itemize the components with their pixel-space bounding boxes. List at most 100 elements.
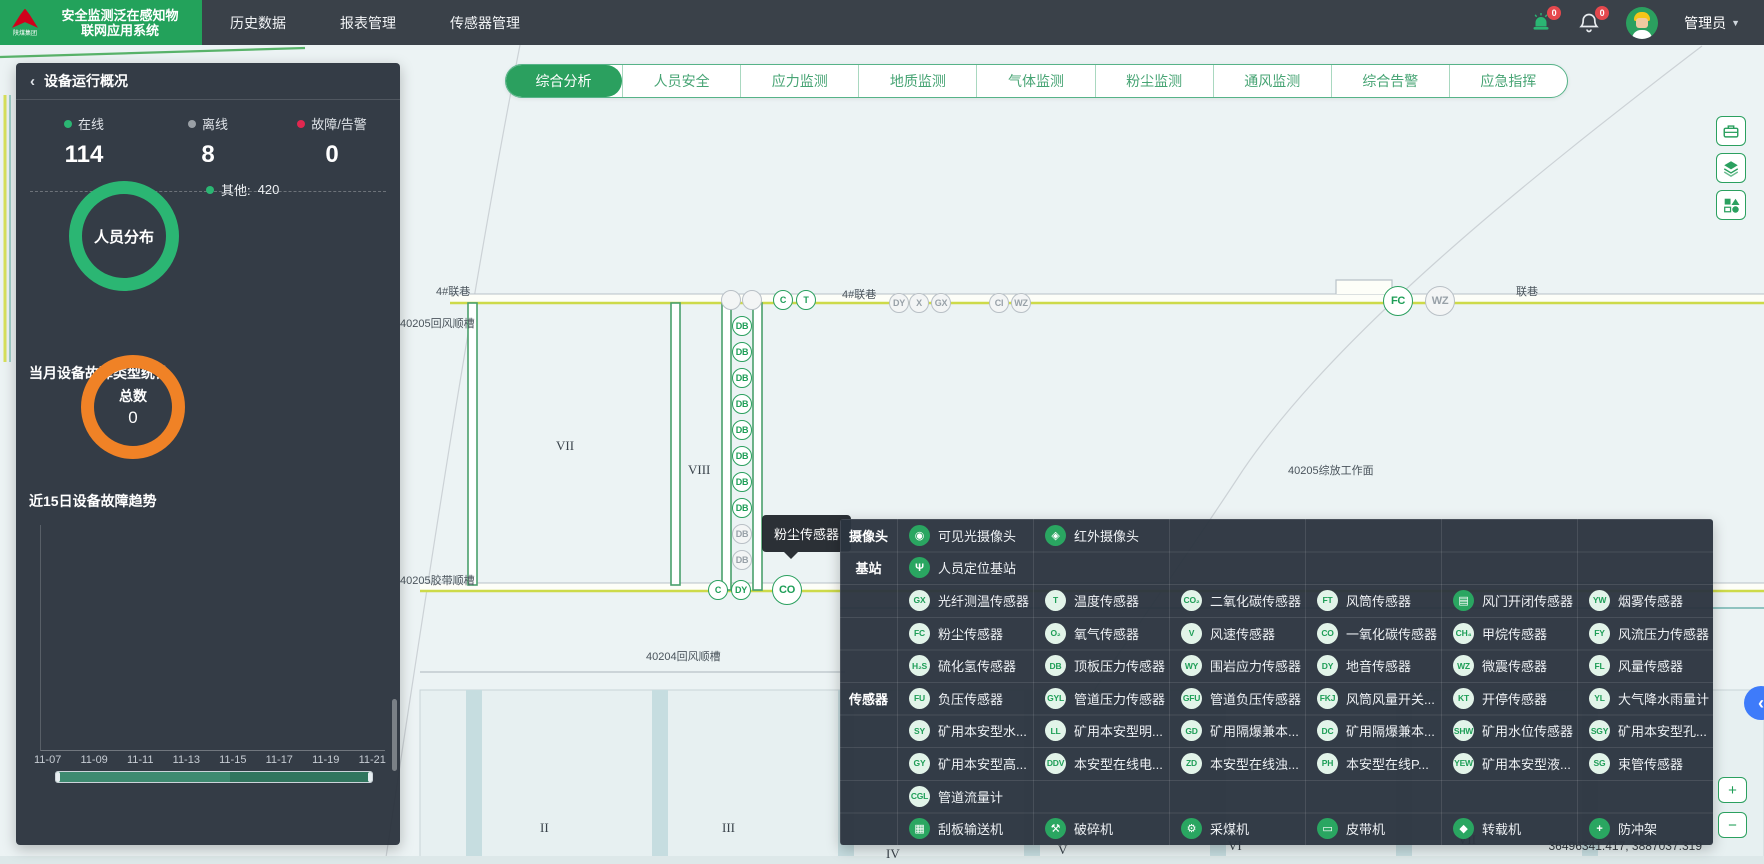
legend-item[interactable]: ZD 本安型在线浊... (1169, 747, 1305, 780)
legend-item[interactable]: DY 地音传感器 (1305, 649, 1441, 682)
legend-item[interactable]: YL 大气降水雨量计 (1577, 682, 1713, 715)
legend-item[interactable]: SHW 矿用水位传感器 (1441, 715, 1577, 748)
legend-item[interactable]: FKJ 风筒风量开关... (1305, 682, 1441, 715)
device-marker[interactable] (721, 290, 741, 310)
monitor-tab[interactable]: 应力监测 (740, 65, 858, 97)
device-marker[interactable]: C (708, 580, 728, 600)
legend-item[interactable]: ▭ 皮带机 (1305, 812, 1441, 845)
datazoom-right-handle[interactable] (368, 772, 372, 782)
monitor-tab[interactable]: 综合分析 (505, 65, 622, 97)
device-marker[interactable]: T (796, 290, 816, 310)
legend-item[interactable]: O₂ 氧气传感器 (1033, 617, 1169, 650)
legend-item[interactable]: GFU 管道负压传感器 (1169, 682, 1305, 715)
device-marker[interactable]: DB (732, 316, 752, 336)
legend-item[interactable]: GD 矿用隔爆兼本... (1169, 715, 1305, 748)
legend-item-label: 风筒传感器 (1346, 591, 1411, 610)
legend-item[interactable]: CGL 管道流量计 (897, 780, 1033, 813)
device-marker[interactable]: DB (732, 524, 752, 544)
legend-item[interactable]: FL 风量传感器 (1577, 649, 1713, 682)
device-marker[interactable]: FC (1383, 286, 1413, 316)
device-marker[interactable]: DY (889, 293, 909, 313)
map-layers-button[interactable] (1716, 153, 1746, 183)
device-marker[interactable]: DB (732, 550, 752, 570)
legend-item[interactable]: ⚒ 破碎机 (1033, 812, 1169, 845)
legend-item[interactable]: + 防冲架 (1577, 812, 1713, 845)
device-marker[interactable]: CI (989, 293, 1009, 313)
legend-item[interactable]: PH 本安型在线P... (1305, 747, 1441, 780)
legend-item[interactable]: CO 一氧化碳传感器 (1305, 617, 1441, 650)
legend-item[interactable]: GX 光纤测温传感器 (897, 584, 1033, 617)
device-marker[interactable]: WZ (1425, 286, 1455, 316)
legend-item[interactable]: DDV 本安型在线电... (1033, 747, 1169, 780)
legend-item[interactable]: CH₄ 甲烷传感器 (1441, 617, 1577, 650)
monitor-tab[interactable]: 应急指挥 (1449, 65, 1567, 97)
monitor-tab[interactable]: 地质监测 (858, 65, 976, 97)
device-marker[interactable]: DB (732, 342, 752, 362)
legend-item[interactable]: SG 束管传感器 (1577, 747, 1713, 780)
toolbox-button[interactable] (1716, 116, 1746, 146)
back-chevron-icon[interactable]: ‹ (30, 73, 35, 90)
legend-item[interactable]: KT 开停传感器 (1441, 682, 1577, 715)
legend-item[interactable]: Ψ 人员定位基站 (897, 552, 1033, 585)
device-marker[interactable]: DB (732, 420, 752, 440)
legend-item[interactable]: ▦ 刮板输送机 (897, 812, 1033, 845)
nav-item[interactable]: 历史数据 (230, 13, 286, 33)
map-label: 40205胶带顺槽 (400, 572, 475, 588)
device-marker[interactable]: DY (731, 580, 751, 600)
alarm-button[interactable]: 0 (1530, 12, 1552, 34)
zoom-out-button[interactable]: − (1718, 812, 1747, 838)
legend-item[interactable]: FU 负压传感器 (897, 682, 1033, 715)
user-avatar[interactable] (1626, 7, 1658, 39)
legend-item[interactable]: WZ 微震传感器 (1441, 649, 1577, 682)
legend-item[interactable]: SY 矿用本安型水... (897, 715, 1033, 748)
zoom-in-button[interactable]: + (1718, 777, 1747, 803)
notifications-button[interactable]: 0 (1578, 12, 1600, 34)
nav-item[interactable]: 报表管理 (340, 13, 396, 33)
panel-scrollbar[interactable] (392, 699, 397, 771)
device-marker[interactable]: DB (732, 446, 752, 466)
monitor-tab[interactable]: 人员安全 (622, 65, 740, 97)
monitor-tab[interactable]: 通风监测 (1213, 65, 1331, 97)
legend-item[interactable]: FT 风筒传感器 (1305, 584, 1441, 617)
legend-item[interactable]: DC 矿用隔爆兼本... (1305, 715, 1441, 748)
datazoom-left-handle[interactable] (56, 772, 60, 782)
legend-item[interactable]: H₂S 硫化氢传感器 (897, 649, 1033, 682)
sensor-type-icon: WY (1181, 655, 1202, 676)
legend-item[interactable]: YEW 矿用本安型液... (1441, 747, 1577, 780)
legend-item[interactable]: GY 矿用本安型高... (897, 747, 1033, 780)
device-marker[interactable]: DB (732, 368, 752, 388)
device-marker[interactable]: GX (931, 293, 951, 313)
legend-item-label: 开停传感器 (1482, 689, 1547, 708)
legend-item[interactable]: ▤ 风门开闭传感器 (1441, 584, 1577, 617)
legend-item[interactable]: ◆ 转载机 (1441, 812, 1577, 845)
monitor-tab[interactable]: 粉尘监测 (1095, 65, 1213, 97)
legend-item[interactable]: FC 粉尘传感器 (897, 617, 1033, 650)
legend-item[interactable]: ◈ 红外摄像头 (1033, 519, 1169, 552)
map-legend-button[interactable] (1716, 190, 1746, 220)
legend-item[interactable]: ⚙ 采煤机 (1169, 812, 1305, 845)
device-marker[interactable]: X (909, 293, 929, 313)
monitor-tab[interactable]: 综合告警 (1331, 65, 1449, 97)
monitor-tab[interactable]: 气体监测 (976, 65, 1094, 97)
legend-item[interactable]: T 温度传感器 (1033, 584, 1169, 617)
nav-item[interactable]: 传感器管理 (450, 13, 520, 33)
legend-item[interactable]: LL 矿用本安型明... (1033, 715, 1169, 748)
device-marker[interactable] (742, 290, 762, 310)
device-marker[interactable]: WZ (1011, 293, 1031, 313)
legend-item[interactable]: V 风速传感器 (1169, 617, 1305, 650)
device-marker[interactable]: C (773, 290, 793, 310)
device-marker[interactable]: DB (732, 394, 752, 414)
legend-item[interactable]: FY 风流压力传感器 (1577, 617, 1713, 650)
device-marker[interactable]: DB (732, 498, 752, 518)
legend-item[interactable]: ◉ 可见光摄像头 (897, 519, 1033, 552)
legend-item[interactable]: GYL 管道压力传感器 (1033, 682, 1169, 715)
user-menu[interactable]: 管理员 ▼ (1684, 13, 1740, 33)
legend-item[interactable]: YW 烟雾传感器 (1577, 584, 1713, 617)
device-marker[interactable]: DB (732, 472, 752, 492)
trend-datazoom-slider[interactable] (55, 771, 373, 783)
device-marker[interactable]: CO (772, 575, 802, 605)
legend-item[interactable]: CO₂ 二氧化碳传感器 (1169, 584, 1305, 617)
legend-item[interactable]: WY 围岩应力传感器 (1169, 649, 1305, 682)
legend-item[interactable]: DB 顶板压力传感器 (1033, 649, 1169, 682)
legend-item[interactable]: SGY 矿用本安型孔... (1577, 715, 1713, 748)
